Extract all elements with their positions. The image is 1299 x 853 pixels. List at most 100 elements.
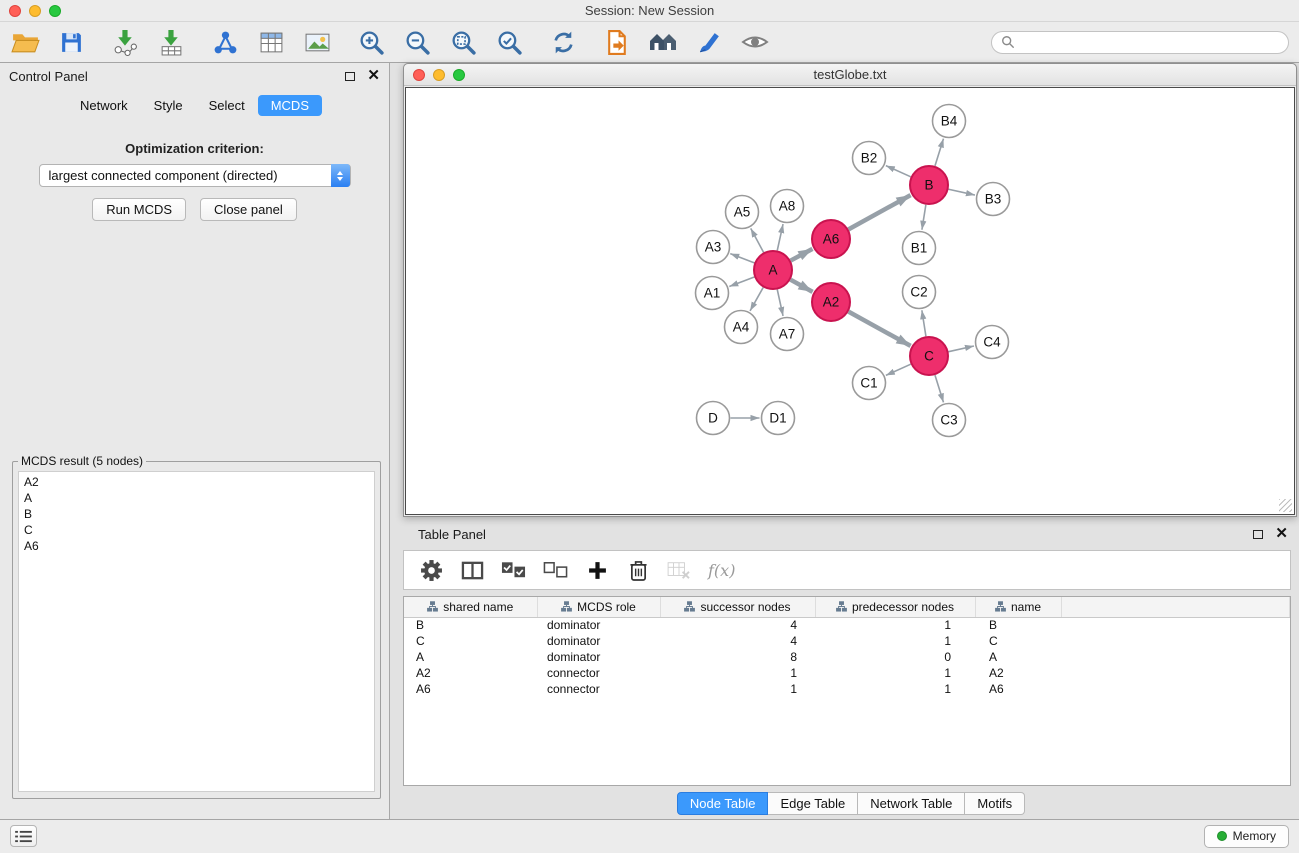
edge-C-C4[interactable]: [949, 346, 974, 352]
node-D[interactable]: D: [697, 402, 730, 435]
tab-network-table[interactable]: Network Table: [858, 792, 965, 815]
zoom-selected-button[interactable]: [492, 26, 526, 58]
table-row[interactable]: Bdominator41B: [404, 617, 1290, 633]
node-C1[interactable]: C1: [853, 367, 886, 400]
edge-A-A7[interactable]: [777, 290, 783, 316]
close-panel-button[interactable]: Close panel: [200, 198, 297, 221]
edge-A-A4[interactable]: [750, 287, 763, 310]
edge-B-B2[interactable]: [886, 166, 911, 177]
function-builder-button[interactable]: f(x): [708, 556, 735, 584]
refresh-layout-button[interactable]: [546, 26, 580, 58]
deselect-all-button[interactable]: [543, 556, 568, 584]
tab-motifs[interactable]: Motifs: [965, 792, 1025, 815]
result-item[interactable]: A2: [24, 474, 369, 490]
table-row[interactable]: A6connector11A6: [404, 681, 1290, 697]
node-A2[interactable]: A2: [812, 283, 850, 321]
add-row-button[interactable]: [585, 556, 609, 584]
edge-A-A6[interactable]: [791, 249, 813, 261]
task-history-button[interactable]: [10, 825, 37, 847]
edge-A-A1[interactable]: [729, 277, 754, 286]
tab-style[interactable]: Style: [141, 95, 196, 116]
optimization-criterion-select[interactable]: largest connected component (directed): [39, 164, 351, 187]
node-C[interactable]: C: [910, 337, 948, 375]
resize-grip[interactable]: [1279, 499, 1292, 512]
node-A6[interactable]: A6: [812, 220, 850, 258]
node-A4[interactable]: A4: [725, 311, 758, 344]
apply-style-button[interactable]: [692, 26, 726, 58]
edge-B-B3[interactable]: [949, 189, 975, 195]
network-zoom-icon[interactable]: [453, 69, 465, 81]
table-row[interactable]: A2connector11A2: [404, 665, 1290, 681]
minimize-window-icon[interactable]: [29, 5, 41, 17]
edge-A-A5[interactable]: [751, 228, 764, 252]
import-network-button[interactable]: [108, 26, 142, 58]
first-neighbors-button[interactable]: [600, 26, 634, 58]
edge-A6-B[interactable]: [849, 195, 911, 229]
edge-A-A8[interactable]: [777, 224, 783, 250]
edge-C-C2[interactable]: [922, 310, 926, 336]
edge-A-A2[interactable]: [791, 280, 813, 292]
column-header-predecessor-nodes[interactable]: predecessor nodes: [815, 597, 975, 617]
edge-A-A3[interactable]: [730, 254, 754, 263]
close-window-icon[interactable]: [9, 5, 21, 17]
mcds-result-list[interactable]: A2ABCA6: [18, 471, 375, 792]
export-image-button[interactable]: [300, 26, 334, 58]
table-settings-button[interactable]: [419, 556, 443, 584]
tab-select[interactable]: Select: [196, 95, 258, 116]
show-graphics-details-button[interactable]: [738, 26, 772, 58]
edge-C-C1[interactable]: [886, 364, 911, 375]
tab-node-table[interactable]: Node Table: [677, 792, 769, 815]
run-mcds-button[interactable]: Run MCDS: [92, 198, 186, 221]
search-input[interactable]: [1020, 34, 1279, 50]
node-B1[interactable]: B1: [903, 232, 936, 265]
node-C3[interactable]: C3: [933, 404, 966, 437]
toolbar-search-box[interactable]: [991, 31, 1289, 54]
network-close-icon[interactable]: [413, 69, 425, 81]
node-B3[interactable]: B3: [977, 183, 1010, 216]
show-columns-button[interactable]: [460, 556, 484, 584]
edge-C-C3[interactable]: [935, 375, 944, 402]
node-A3[interactable]: A3: [697, 231, 730, 264]
node-C2[interactable]: C2: [903, 276, 936, 309]
tab-network[interactable]: Network: [67, 95, 141, 116]
zoom-fit-button[interactable]: [446, 26, 480, 58]
tab-mcds[interactable]: MCDS: [258, 95, 322, 116]
zoom-window-icon[interactable]: [49, 5, 61, 17]
column-header-name[interactable]: name: [975, 597, 1061, 617]
edge-B-B4[interactable]: [935, 139, 944, 166]
node-B4[interactable]: B4: [933, 105, 966, 138]
float-table-panel-icon[interactable]: [1253, 530, 1263, 539]
float-panel-icon[interactable]: [345, 72, 355, 81]
edge-B-B1[interactable]: [922, 205, 926, 230]
result-item[interactable]: C: [24, 522, 369, 538]
network-minimize-icon[interactable]: [433, 69, 445, 81]
zoom-in-button[interactable]: [354, 26, 388, 58]
column-header-successor-nodes[interactable]: successor nodes: [660, 597, 815, 617]
node-B2[interactable]: B2: [853, 142, 886, 175]
tab-edge-table[interactable]: Edge Table: [768, 792, 858, 815]
node-A8[interactable]: A8: [771, 190, 804, 223]
node-A7[interactable]: A7: [771, 318, 804, 351]
node-table-container[interactable]: shared nameMCDS rolesuccessor nodesprede…: [403, 596, 1291, 786]
delete-table-button[interactable]: [667, 556, 691, 584]
node-C4[interactable]: C4: [976, 326, 1009, 359]
show-panels-button[interactable]: [646, 26, 680, 58]
open-session-button[interactable]: [8, 26, 42, 58]
network-graph[interactable]: B4B2BB3A5A8A6A3B1AA1C2A2A4A7CC4C1C3DD1: [406, 88, 1295, 515]
import-table-button[interactable]: [154, 26, 188, 58]
node-A5[interactable]: A5: [726, 196, 759, 229]
table-row[interactable]: Cdominator41C: [404, 633, 1290, 649]
save-session-button[interactable]: [54, 26, 88, 58]
delete-button[interactable]: [626, 556, 650, 584]
new-table-button[interactable]: [254, 26, 288, 58]
result-item[interactable]: B: [24, 506, 369, 522]
new-network-button[interactable]: [208, 26, 242, 58]
result-item[interactable]: A6: [24, 538, 369, 554]
network-canvas[interactable]: B4B2BB3A5A8A6A3B1AA1C2A2A4A7CC4C1C3DD1: [405, 87, 1295, 515]
node-B[interactable]: B: [910, 166, 948, 204]
node-A[interactable]: A: [754, 251, 792, 289]
select-all-button[interactable]: [501, 556, 526, 584]
column-header-shared-name[interactable]: shared name: [404, 597, 537, 617]
node-A1[interactable]: A1: [696, 277, 729, 310]
column-header-MCDS-role[interactable]: MCDS role: [537, 597, 660, 617]
